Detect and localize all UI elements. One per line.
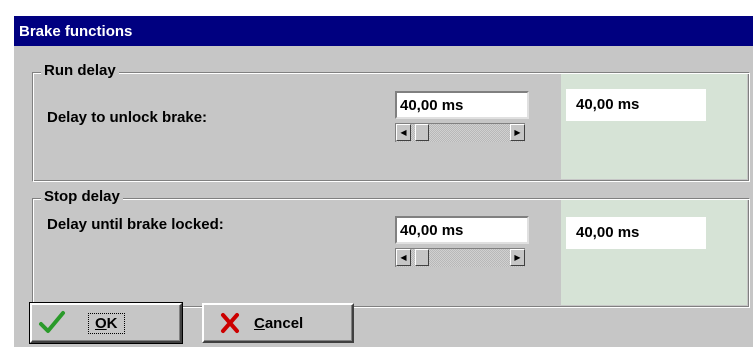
run-delay-scrollbar[interactable]: ◀ ▶ <box>395 123 525 142</box>
run-delay-group-title: Run delay <box>41 62 119 79</box>
run-delay-group: Run delay Delay to unlock brake: 40,00 m… <box>32 62 750 182</box>
brake-functions-dialog: Brake functions Run delay Delay to unloc… <box>14 16 753 347</box>
cancel-button-label: Cancel <box>254 314 304 332</box>
stop-delay-group: Stop delay Delay until brake locked: 40,… <box>32 188 750 308</box>
stop-delay-scroll-thumb[interactable] <box>415 249 429 266</box>
title-bar[interactable]: Brake functions <box>14 16 753 46</box>
run-delay-input[interactable]: 40,00 ms <box>395 91 529 119</box>
cancel-button[interactable]: Cancel <box>202 303 354 343</box>
checkmark-icon <box>39 311 65 333</box>
stop-delay-readout: 40,00 ms <box>566 217 706 249</box>
stop-delay-scroll-left-button[interactable]: ◀ <box>396 249 411 266</box>
ok-button-label: OK <box>88 312 125 334</box>
stop-delay-scrollbar[interactable]: ◀ ▶ <box>395 248 525 267</box>
run-delay-readout: 40,00 ms <box>566 89 706 121</box>
run-delay-scroll-right-button[interactable]: ▶ <box>510 124 525 141</box>
run-delay-label: Delay to unlock brake: <box>47 109 208 126</box>
dialog-title: Brake functions <box>19 23 133 40</box>
run-delay-scroll-thumb[interactable] <box>415 124 429 141</box>
stop-delay-group-title: Stop delay <box>41 188 123 205</box>
stop-delay-readout-panel <box>561 200 747 305</box>
x-mark-icon <box>221 313 239 333</box>
stop-delay-input[interactable]: 40,00 ms <box>395 216 529 244</box>
ok-button[interactable]: OK <box>29 302 183 344</box>
stop-delay-scroll-right-button[interactable]: ▶ <box>510 249 525 266</box>
stop-delay-label: Delay until brake locked: <box>47 216 224 233</box>
run-delay-scroll-left-button[interactable]: ◀ <box>396 124 411 141</box>
